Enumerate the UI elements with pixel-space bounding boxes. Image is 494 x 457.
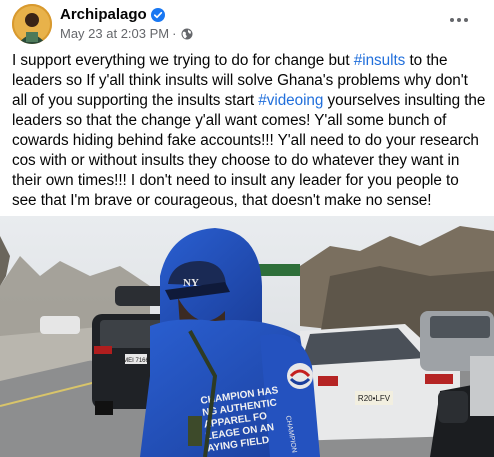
hashtag-insults[interactable]: #insults <box>354 52 406 69</box>
more-options-icon[interactable] <box>446 10 472 30</box>
post-text-segment: yourselves insulting the leaders so that… <box>12 92 486 209</box>
post-meta: May 23 at 2:03 PM · <box>60 26 193 41</box>
post-body-text: I support everything we trying to do for… <box>12 51 486 211</box>
hashtag-videoing[interactable]: #videoing <box>258 92 323 109</box>
verified-badge-icon <box>150 7 165 22</box>
post-text-segment: I support everything we trying to do for… <box>12 52 354 69</box>
plate-left: MEI 7166 <box>123 358 149 364</box>
meta-separator: · <box>172 26 177 41</box>
author-avatar[interactable] <box>12 4 52 44</box>
author-name[interactable]: Archipalago <box>60 6 147 23</box>
plate-right: R20•LFV <box>358 394 391 403</box>
post-timestamp[interactable]: May 23 at 2:03 PM <box>60 26 169 41</box>
post-photo[interactable]: MEI 7166 R20•LFV NY CHAMPION CHAMPION HA… <box>0 216 494 457</box>
post-header: Archipalago May 23 at 2:03 PM · <box>12 4 482 44</box>
globe-icon[interactable] <box>181 28 193 40</box>
cap-logo: NY <box>183 277 199 289</box>
